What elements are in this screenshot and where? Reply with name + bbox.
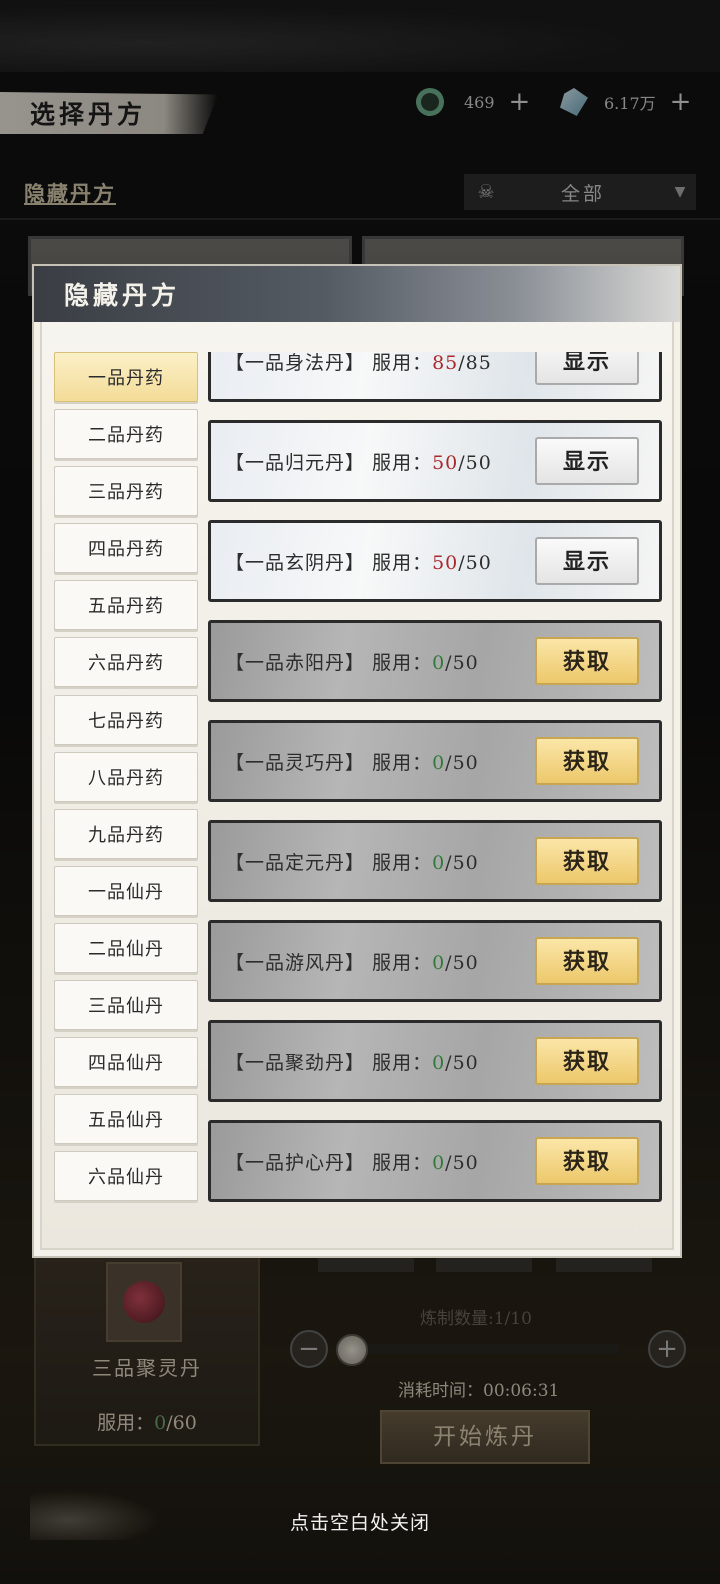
pill-row: 【一品游风丹】 服用：0/50 获取: [208, 920, 662, 1002]
obtain-button[interactable]: 获取: [535, 937, 639, 985]
obtain-button[interactable]: 获取: [535, 1137, 639, 1185]
pill-name: 【一品灵巧丹】: [225, 751, 366, 774]
pill-row: 【一品身法丹】 服用：85/85 显示: [208, 352, 662, 402]
pill-info: 【一品游风丹】 服用：0/50: [225, 951, 479, 974]
category-tab[interactable]: 一品丹药: [54, 352, 198, 402]
pill-take-label: 服用：: [372, 551, 433, 574]
obtain-button[interactable]: 获取: [535, 837, 639, 885]
category-list: 一品丹药 二品丹药 三品丹药 四品丹药 五品丹药 六品丹药 七品丹药 八品丹药 …: [54, 352, 198, 1208]
pill-take-current: 0: [432, 851, 446, 874]
category-tab[interactable]: 六品丹药: [54, 637, 198, 688]
pill-take-current: 0: [432, 1051, 446, 1074]
pill-take-max: 50: [452, 751, 479, 774]
pill-info: 【一品聚劲丹】 服用：0/50: [225, 1051, 479, 1074]
pill-take-label: 服用：: [372, 651, 433, 674]
category-tab[interactable]: 三品仙丹: [54, 980, 198, 1031]
pill-take-max: 50: [452, 851, 479, 874]
pill-take-label: 服用：: [372, 751, 433, 774]
pill-row: 【一品归元丹】 服用：50/50 显示: [208, 420, 662, 502]
pill-row: 【一品聚劲丹】 服用：0/50 获取: [208, 1020, 662, 1102]
pill-take-current: 50: [432, 451, 459, 474]
pill-take-label: 服用：: [372, 352, 433, 374]
category-tab[interactable]: 三品丹药: [54, 466, 198, 517]
pill-name: 【一品归元丹】: [225, 451, 366, 474]
pill-info: 【一品护心丹】 服用：0/50: [225, 1151, 479, 1174]
obtain-button[interactable]: 获取: [535, 1037, 639, 1085]
pill-take-current: 0: [432, 651, 446, 674]
pill-take-label: 服用：: [372, 951, 433, 974]
pill-take-label: 服用：: [372, 451, 433, 474]
modal-header: 隐藏丹方: [34, 266, 680, 322]
pill-info: 【一品灵巧丹】 服用：0/50: [225, 751, 479, 774]
pill-take-max: 50: [452, 1051, 479, 1074]
obtain-button[interactable]: 获取: [535, 737, 639, 785]
category-tab[interactable]: 二品仙丹: [54, 922, 198, 973]
category-tab[interactable]: 四品丹药: [54, 523, 198, 574]
pill-take-current: 0: [432, 751, 446, 774]
category-tab[interactable]: 五品仙丹: [54, 1094, 198, 1145]
close-hint: 点击空白处关闭: [289, 1512, 430, 1534]
pill-info: 【一品赤阳丹】 服用：0/50: [225, 651, 479, 674]
category-tab[interactable]: 一品仙丹: [54, 865, 198, 916]
show-button[interactable]: 显示: [535, 537, 639, 585]
category-tab[interactable]: 八品丹药: [54, 751, 198, 802]
pill-list[interactable]: 【一品身法丹】 服用：85/85 显示 【一品归元丹】 服用：50/50 显示 …: [204, 352, 666, 1212]
pill-row: 【一品定元丹】 服用：0/50 获取: [208, 820, 662, 902]
pill-info: 【一品身法丹】 服用：85/85: [225, 352, 492, 374]
pill-info: 【一品玄阴丹】 服用：50/50: [225, 551, 492, 574]
pill-take-label: 服用：: [372, 1051, 433, 1074]
show-button[interactable]: 显示: [535, 437, 639, 485]
pill-take-max: 50: [452, 951, 479, 974]
pill-name: 【一品玄阴丹】: [225, 551, 366, 574]
category-tab[interactable]: 七品丹药: [54, 694, 198, 745]
modal-title: 隐藏丹方: [64, 281, 181, 310]
category-tab[interactable]: 四品仙丹: [54, 1037, 198, 1088]
show-button[interactable]: 显示: [535, 352, 639, 385]
pill-take-current: 85: [432, 352, 459, 374]
pill-name: 【一品护心丹】: [225, 1151, 366, 1174]
category-tab[interactable]: 二品丹药: [54, 409, 198, 460]
category-tab[interactable]: 六品仙丹: [54, 1151, 198, 1202]
pill-take-current: 0: [432, 1151, 446, 1174]
category-tab[interactable]: 五品丹药: [54, 580, 198, 631]
pill-info: 【一品定元丹】 服用：0/50: [225, 851, 479, 874]
pill-row: 【一品赤阳丹】 服用：0/50 获取: [208, 620, 662, 702]
pill-take-max: 50: [452, 1151, 479, 1174]
pill-info: 【一品归元丹】 服用：50/50: [225, 451, 492, 474]
hidden-recipes-modal: 隐藏丹方 一品丹药 二品丹药 三品丹药 四品丹药 五品丹药 六品丹药 七品丹药 …: [32, 264, 682, 1258]
pill-name: 【一品赤阳丹】: [225, 651, 366, 674]
pill-name: 【一品身法丹】: [225, 352, 366, 374]
pill-take-label: 服用：: [372, 851, 433, 874]
pill-row: 【一品灵巧丹】 服用：0/50 获取: [208, 720, 662, 802]
pill-take-current: 50: [432, 551, 459, 574]
pill-take-max: 50: [465, 451, 492, 474]
pill-name: 【一品定元丹】: [225, 851, 366, 874]
category-tab[interactable]: 九品丹药: [54, 808, 198, 859]
pill-row: 【一品玄阴丹】 服用：50/50 显示: [208, 520, 662, 602]
pill-take-label: 服用：: [372, 1151, 433, 1174]
pill-take-max: 85: [465, 352, 492, 374]
pill-take-max: 50: [465, 551, 492, 574]
pill-name: 【一品游风丹】: [225, 951, 366, 974]
obtain-button[interactable]: 获取: [535, 637, 639, 685]
pill-name: 【一品聚劲丹】: [225, 1051, 366, 1074]
pill-take-max: 50: [452, 651, 479, 674]
pill-take-current: 0: [432, 951, 446, 974]
pill-row: 【一品护心丹】 服用：0/50 获取: [208, 1120, 662, 1202]
